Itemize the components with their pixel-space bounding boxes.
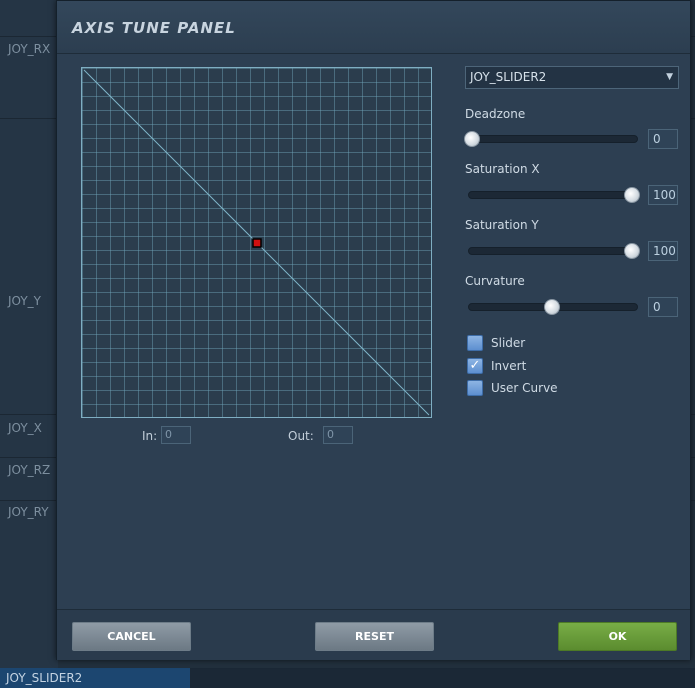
curvature-slider[interactable] [468,299,638,315]
background-label[interactable]: JOY_RZ [8,463,50,477]
saturation-x-value-field[interactable]: 100 [648,185,678,205]
out-value-field: 0 [323,426,353,444]
slider-checkbox[interactable] [467,335,483,351]
axis-select-value: JOY_SLIDER2 [470,70,547,84]
dialog-title: AXIS TUNE PANEL [72,19,236,37]
curvature-value-field[interactable]: 0 [648,297,678,317]
user-curve-checkbox[interactable] [467,380,483,396]
dropdown-arrow-icon: ▼ [666,72,673,82]
background-label[interactable]: JOY_Y [8,294,41,308]
in-value-field: 0 [161,426,191,444]
deadzone-value-field[interactable]: 0 [648,129,678,149]
dialog-header: AXIS TUNE PANEL [57,1,690,54]
saturation-x-slider[interactable] [468,187,640,203]
saturation-x-label: Saturation X [465,162,540,176]
deadzone-slider-knob[interactable] [464,131,480,147]
user-curve-checkbox-label: User Curve [491,381,558,395]
invert-checkbox[interactable]: ✓ [467,358,483,374]
curvature-label: Curvature [465,274,525,288]
curvature-slider-knob[interactable] [544,299,560,315]
response-curve-graph[interactable] [81,67,432,418]
dialog-footer: CANCEL RESET OK [57,609,690,660]
background-label[interactable]: JOY_RX [8,42,50,56]
deadzone-label: Deadzone [465,107,526,121]
response-curve-svg [83,69,430,416]
saturation-y-label: Saturation Y [465,218,539,232]
saturation-y-slider[interactable] [468,243,640,259]
curve-position-marker [252,238,262,248]
slider-checkbox-label: Slider [491,336,526,350]
axis-tune-dialog: AXIS TUNE PANEL In: 0 Out: 0 JOY_SLIDER2… [56,0,691,660]
checkmark-icon: ✓ [469,358,481,373]
background-selected-item[interactable]: JOY_SLIDER2 [0,668,190,688]
cancel-button[interactable]: CANCEL [72,622,191,651]
saturation-y-slider-knob[interactable] [624,243,640,259]
out-label: Out: [288,429,314,443]
saturation-x-slider-knob[interactable] [624,187,640,203]
background-label[interactable]: JOY_RY [8,505,49,519]
invert-checkbox-label: Invert [491,359,527,373]
saturation-y-value-field[interactable]: 100 [648,241,678,261]
ok-button[interactable]: OK [558,622,677,651]
deadzone-slider[interactable] [464,131,638,147]
in-label: In: [142,429,158,443]
axis-select[interactable]: JOY_SLIDER2 ▼ [465,66,679,89]
background-axis-list [0,0,58,688]
background-label[interactable]: JOY_X [8,421,42,435]
background-bottom-row [190,668,695,688]
reset-button[interactable]: RESET [315,622,434,651]
